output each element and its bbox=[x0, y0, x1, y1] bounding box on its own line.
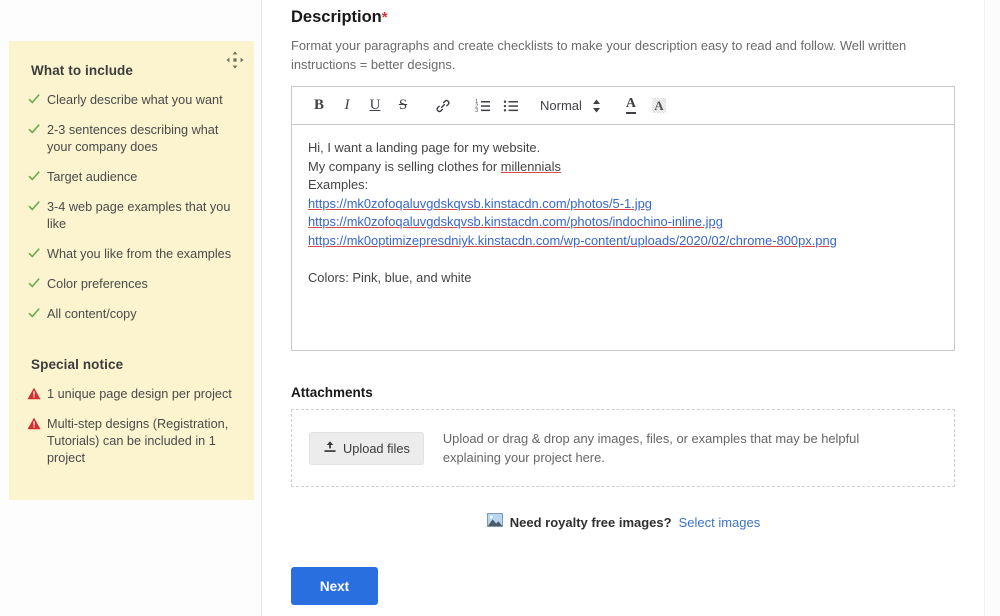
list-item-label: 1 unique page design per project bbox=[47, 386, 232, 403]
list-item: Clearly describe what you want bbox=[27, 92, 238, 109]
highlight-color-label: A bbox=[652, 98, 665, 113]
editor-link-line: https://mk0optimizepresdniyk.kinstacdn.c… bbox=[308, 232, 938, 251]
royalty-images-row: Need royalty free images? Select images bbox=[262, 513, 985, 532]
required-asterisk: * bbox=[382, 9, 388, 26]
attachments-dropzone[interactable]: Upload files Upload or drag & drop any i… bbox=[291, 409, 955, 487]
text-color-button[interactable]: A bbox=[618, 93, 644, 119]
tips-panel: What to include Clearly describe what yo… bbox=[9, 41, 254, 500]
list-item-label: 2-3 sentences describing what your compa… bbox=[47, 122, 238, 156]
attachments-help-text: Upload or drag & drop any images, files,… bbox=[443, 429, 913, 467]
up-down-stepper-icon[interactable] bbox=[588, 94, 606, 118]
page-title: Description* bbox=[291, 8, 388, 27]
link-icon[interactable] bbox=[430, 93, 456, 119]
list-item-label: Target audience bbox=[47, 169, 137, 186]
check-icon bbox=[27, 122, 47, 136]
description-textarea[interactable]: Hi, I want a landing page for my website… bbox=[292, 125, 954, 287]
check-icon bbox=[27, 92, 47, 106]
upload-files-label: Upload files bbox=[343, 441, 410, 456]
picture-icon bbox=[487, 513, 503, 532]
attachments-title: Attachments bbox=[291, 385, 373, 400]
list-item-label: Multi-step designs (Registration, Tutori… bbox=[47, 416, 238, 467]
next-button[interactable]: Next bbox=[291, 567, 378, 605]
editor-line: Colors: Pink, blue, and white bbox=[308, 269, 938, 288]
editor-link[interactable]: https://mk0zofoqaluvgdskqvsb.kinstacdn.c… bbox=[308, 196, 652, 211]
select-images-link[interactable]: Select images bbox=[679, 515, 761, 530]
list-item: 1 unique page design per project bbox=[27, 386, 238, 403]
list-item-label: Clearly describe what you want bbox=[47, 92, 223, 109]
paragraph-style-select[interactable]: Normal bbox=[540, 98, 582, 113]
main-content: Description* Format your paragraphs and … bbox=[262, 0, 985, 616]
editor-line: My company is selling clothes for millen… bbox=[308, 158, 938, 177]
editor-link-line: https://mk0zofoqaluvgdskqvsb.kinstacdn.c… bbox=[308, 213, 938, 232]
special-notice-heading: Special notice bbox=[31, 357, 238, 372]
bullet-list-icon[interactable] bbox=[498, 93, 524, 119]
list-item-label: All content/copy bbox=[47, 306, 137, 323]
check-icon bbox=[27, 246, 47, 260]
warning-triangle-icon bbox=[27, 416, 47, 430]
editor-link-line: https://mk0zofoqaluvgdskqvsb.kinstacdn.c… bbox=[308, 195, 938, 214]
bold-button[interactable]: B bbox=[306, 93, 332, 119]
upload-files-button[interactable]: Upload files bbox=[309, 432, 424, 465]
editor-blank-line bbox=[308, 251, 938, 269]
royalty-images-label: Need royalty free images? bbox=[510, 515, 672, 530]
page-root: What to include Clearly describe what yo… bbox=[0, 0, 1000, 616]
editor-line: Examples: bbox=[308, 176, 938, 195]
list-item: 3-4 web page examples that you like bbox=[27, 199, 238, 233]
list-item-label: 3-4 web page examples that you like bbox=[47, 199, 238, 233]
list-item-label: What you like from the examples bbox=[47, 246, 231, 263]
ordered-list-icon[interactable]: 1 2 3 bbox=[470, 93, 496, 119]
editor-link[interactable]: https://mk0zofoqaluvgdskqvsb.kinstacdn.c… bbox=[308, 214, 723, 229]
check-icon bbox=[27, 306, 47, 320]
check-icon bbox=[27, 199, 47, 213]
editor-toolbar: B I U S 1 2 bbox=[292, 87, 954, 125]
editor-line: Hi, I want a landing page for my website… bbox=[308, 139, 938, 158]
what-to-include-heading: What to include bbox=[31, 63, 238, 78]
underline-button[interactable]: U bbox=[362, 93, 388, 119]
svg-text:3: 3 bbox=[475, 107, 478, 113]
text-color-label: A bbox=[626, 97, 636, 114]
list-item: Color preferences bbox=[27, 276, 238, 293]
list-item: Target audience bbox=[27, 169, 238, 186]
move-arrows-icon[interactable] bbox=[226, 51, 244, 69]
list-item-label: Color preferences bbox=[47, 276, 148, 293]
list-item: 2-3 sentences describing what your compa… bbox=[27, 122, 238, 156]
check-icon bbox=[27, 169, 47, 183]
upload-icon bbox=[323, 440, 337, 457]
highlight-color-button[interactable]: A bbox=[646, 93, 672, 119]
description-editor[interactable]: B I U S 1 2 bbox=[291, 86, 955, 351]
strikethrough-button[interactable]: S bbox=[390, 93, 416, 119]
right-edge-strip bbox=[985, 0, 1000, 616]
editor-line-text: My company is selling clothes for bbox=[308, 159, 501, 174]
check-icon bbox=[27, 276, 47, 290]
list-item: Multi-step designs (Registration, Tutori… bbox=[27, 416, 238, 467]
italic-button[interactable]: I bbox=[334, 93, 360, 119]
warning-triangle-icon bbox=[27, 386, 47, 400]
description-help-text: Format your paragraphs and create checkl… bbox=[291, 36, 927, 74]
misspelled-word: millennials bbox=[501, 159, 561, 174]
list-item: All content/copy bbox=[27, 306, 238, 323]
list-item: What you like from the examples bbox=[27, 246, 238, 263]
description-title-text: Description bbox=[291, 8, 382, 26]
editor-link[interactable]: https://mk0optimizepresdniyk.kinstacdn.c… bbox=[308, 233, 837, 248]
left-sidebar-column: What to include Clearly describe what yo… bbox=[0, 0, 262, 616]
